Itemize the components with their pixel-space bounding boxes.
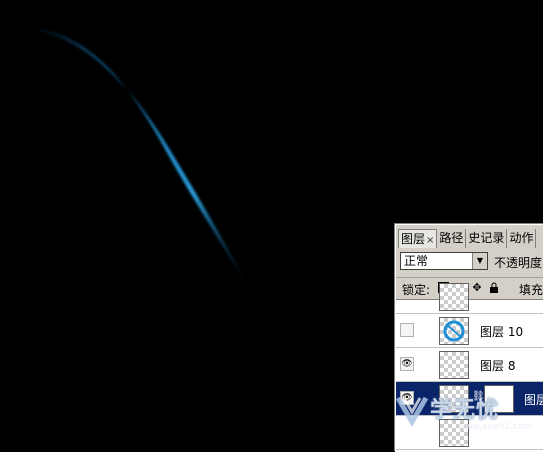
layer-row[interactable]: 图层 10 [396,314,543,348]
layer-thumbnail [439,351,469,379]
tab-layers[interactable]: 图层× [398,229,438,248]
layer-thumbnail [439,283,469,311]
chevron-down-icon[interactable]: ▼ [472,253,487,269]
tab-history[interactable]: 史记录 [466,229,508,248]
layer-name: 图层 8 [480,359,516,373]
layer-row[interactable]: 👁 图层 8 [396,348,543,382]
blend-mode-select[interactable]: 正常 ▼ [400,252,488,270]
tab-actions[interactable]: 动作 [507,229,537,248]
logo-icon [395,396,429,427]
watermark-text: 学无忧 [430,398,500,423]
opacity-label: 不透明度 [494,256,543,270]
panel-tabs: 图层× 路径 史记录 动作 [398,229,543,248]
layer-row[interactable] [396,280,543,314]
light-streak [28,28,248,288]
eye-icon[interactable]: 👁 [400,357,414,371]
close-icon[interactable]: × [426,235,434,246]
watermark-logo: 学无忧 www.xue51.com [392,390,532,435]
layer-name: 图层 [524,393,543,407]
layer-thumbnail [439,317,469,345]
tab-paths[interactable]: 路径 [437,229,467,248]
visibility-toggle[interactable] [400,323,414,337]
swirl-thumbnail-icon [443,320,465,342]
layer-name: 图层 10 [480,325,524,339]
watermark-url: www.xue51.com [458,422,533,432]
